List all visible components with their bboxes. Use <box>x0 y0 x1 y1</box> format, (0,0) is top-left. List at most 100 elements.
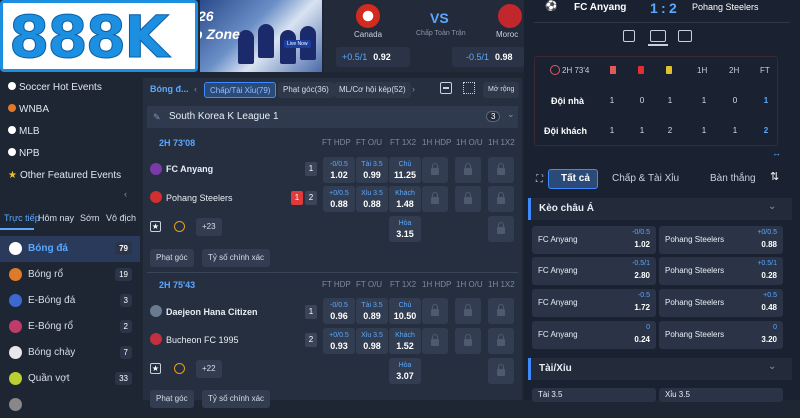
league-header[interactable]: South Korea K League 1 <box>147 106 518 128</box>
brand-logo[interactable]: 888K <box>0 0 198 72</box>
exact-score-button[interactable]: Tỷ số chính xác <box>202 249 271 267</box>
filter-handicap-ou[interactable]: Chấp/Tài Xỉu(79) <box>204 82 277 98</box>
stats-coin-icon[interactable] <box>174 363 185 374</box>
favorite-star-icon[interactable]: ★ <box>150 221 161 232</box>
sidebar-item-other[interactable]: ★ Other Featured Events <box>0 165 140 187</box>
odd-cell[interactable]: Hòa 3.07 <box>389 358 421 384</box>
featured-odd-away[interactable]: -0.5/1 0.98 <box>452 47 524 67</box>
odd-cell[interactable]: Tài 3.5 0.89 <box>356 298 388 324</box>
tab-outright[interactable]: Vô địch <box>106 213 136 223</box>
exact-score-button[interactable]: Tỷ số chính xác <box>202 390 271 408</box>
collapse-arrow-icon[interactable]: ‹ <box>124 189 127 199</box>
expand-button[interactable]: Mở rộng <box>483 82 520 98</box>
team-name: FC Anyang <box>538 266 578 275</box>
sort-icon[interactable]: ⇅ <box>770 170 779 183</box>
sport-soccer[interactable]: Bóng đá 79 <box>0 236 140 262</box>
col-1h-hdp: 1H HDP <box>422 138 452 147</box>
corner-button[interactable]: Phạt góc <box>150 249 194 267</box>
sport-e-soccer[interactable]: E-Bóng đá 3 <box>0 288 140 314</box>
odd-cell[interactable]: Xỉu 3.5 0.98 <box>356 328 388 354</box>
tab-handicap-ou[interactable]: Chấp & Tài Xỉu <box>612 173 679 184</box>
scroll-left-icon[interactable]: ‹ <box>194 84 197 94</box>
odd-cell[interactable]: +0/0.5 0.93 <box>323 328 355 354</box>
promo-banner[interactable]: 26 p Zone Live Now <box>200 0 322 72</box>
scroll-right-icon[interactable]: › <box>412 84 415 94</box>
odd-cell[interactable]: Khách 1.48 <box>389 186 421 212</box>
sidebar-item-soccer-hot[interactable]: Soccer Hot Events <box>0 77 140 99</box>
odd-value: 1.48 <box>396 199 414 209</box>
section-over-under[interactable]: Tài/Xỉu <box>528 358 792 380</box>
scoreboard-icon[interactable] <box>650 30 666 42</box>
col-1h-1x2: 1H 1X2 <box>488 280 515 289</box>
sport-baseball[interactable]: Bóng chày 7 <box>0 340 140 366</box>
tab-live[interactable]: Trực tiếp <box>4 213 40 223</box>
chevron-down-icon[interactable]: ⌄ <box>768 201 776 212</box>
stats-icon[interactable] <box>623 30 635 42</box>
away-team: Bucheon FC 1995 <box>166 335 239 345</box>
sport-tennis[interactable]: Quần vợt 33 <box>0 366 140 392</box>
odd-cell[interactable]: -0/0.5 1.02 <box>323 157 355 183</box>
odd-cell[interactable]: Hòa 3.15 <box>389 216 421 242</box>
lock-icon <box>422 328 448 354</box>
col-ft-ou: FT O/U <box>356 280 383 289</box>
odd-cell[interactable]: Pohang Steelers 0 3.20 <box>659 321 783 349</box>
basketball-icon <box>9 268 22 281</box>
sport-count: 7 <box>119 346 132 359</box>
sport-e-basketball[interactable]: E-Bóng rổ 2 <box>0 314 140 340</box>
sidebar-item-wnba[interactable]: WNBA <box>0 99 140 121</box>
odd-cell[interactable]: Pohang Steelers +0.5 0.48 <box>659 289 783 317</box>
sidebar-item-mlb[interactable]: MLB <box>0 121 140 143</box>
odd-line: +0/0.5 <box>329 190 349 197</box>
odd-cell[interactable]: Tài 3.5 0.99 <box>356 157 388 183</box>
fullscreen-icon[interactable]: ⛶ <box>536 174 543 185</box>
featured-odd-home[interactable]: +0.5/1 0.92 <box>336 47 410 67</box>
scroll-arrows-icon[interactable]: ↔ <box>772 148 781 158</box>
sport-more[interactable] <box>0 392 140 418</box>
live-tv-icon[interactable] <box>678 30 692 42</box>
home-team-name: Canada <box>354 30 383 39</box>
odd-cell[interactable]: Khách 1.52 <box>389 328 421 354</box>
more-markets-button[interactable]: +23 <box>196 218 222 236</box>
odd-cell[interactable]: Chủ 10.50 <box>389 298 421 324</box>
odd-cell[interactable]: FC Anyang -0/0.5 1.02 <box>532 226 656 254</box>
odd-cell[interactable]: -0/0.5 0.96 <box>323 298 355 324</box>
favorite-star-icon[interactable]: ★ <box>150 363 161 374</box>
odd-cell[interactable]: FC Anyang 0 0.24 <box>532 321 656 349</box>
more-markets-button[interactable]: +22 <box>196 360 222 378</box>
team-logo <box>150 305 162 317</box>
chevron-down-icon[interactable]: ⌄ <box>768 361 776 372</box>
tab-today[interactable]: Hôm nay <box>38 213 74 223</box>
odd-cell[interactable]: Pohang Steelers +0.5/1 0.28 <box>659 257 783 285</box>
banner-text-1: 26 <box>200 8 214 24</box>
odd-cell[interactable]: +0/0.5 0.88 <box>323 186 355 212</box>
chevron-down-icon[interactable]: ⌄ <box>507 109 515 120</box>
section-asian-handicap[interactable]: Kèo châu Á <box>528 198 792 220</box>
corner-button[interactable]: Phạt góc <box>150 390 194 408</box>
stat-cell: 1 <box>732 126 738 135</box>
odd-cell[interactable]: Xỉu 3.5 0.88 <box>356 186 388 212</box>
lock-icon <box>488 298 514 324</box>
collapse-all-icon[interactable] <box>440 82 452 94</box>
red-card-count: 1 <box>291 191 303 205</box>
tab-indicator <box>0 228 34 230</box>
tab-early[interactable]: Sớm <box>80 213 99 223</box>
banner-text-2: p Zone <box>200 26 240 42</box>
tab-goals[interactable]: Bàn thắng <box>710 173 756 184</box>
odd-cell[interactable]: FC Anyang -0.5 1.72 <box>532 289 656 317</box>
stats-coin-icon[interactable] <box>174 221 185 232</box>
pin-icon[interactable]: ✎ <box>153 112 161 123</box>
odd-line: Hòa <box>398 220 412 227</box>
player-figure <box>258 24 274 58</box>
score-away: 2 <box>305 333 317 347</box>
stat-cell: 1 <box>701 96 707 105</box>
odd-cell[interactable]: Pohang Steelers +0/0.5 0.88 <box>659 226 783 254</box>
sidebar-item-npb[interactable]: NPB <box>0 143 140 165</box>
filter-ml-double[interactable]: ML/Cơ hội kép(52) <box>334 82 411 98</box>
filter-corners[interactable]: Phạt góc(36) <box>278 82 334 98</box>
grid-view-icon[interactable] <box>463 82 475 94</box>
odd-cell[interactable]: FC Anyang -0.5/1 2.80 <box>532 257 656 285</box>
odd-cell[interactable]: Chủ 11.25 <box>389 157 421 183</box>
stat-cell: 0 <box>639 96 645 105</box>
score-home: 1 <box>650 0 658 16</box>
sport-basketball[interactable]: Bóng rổ 19 <box>0 262 140 288</box>
